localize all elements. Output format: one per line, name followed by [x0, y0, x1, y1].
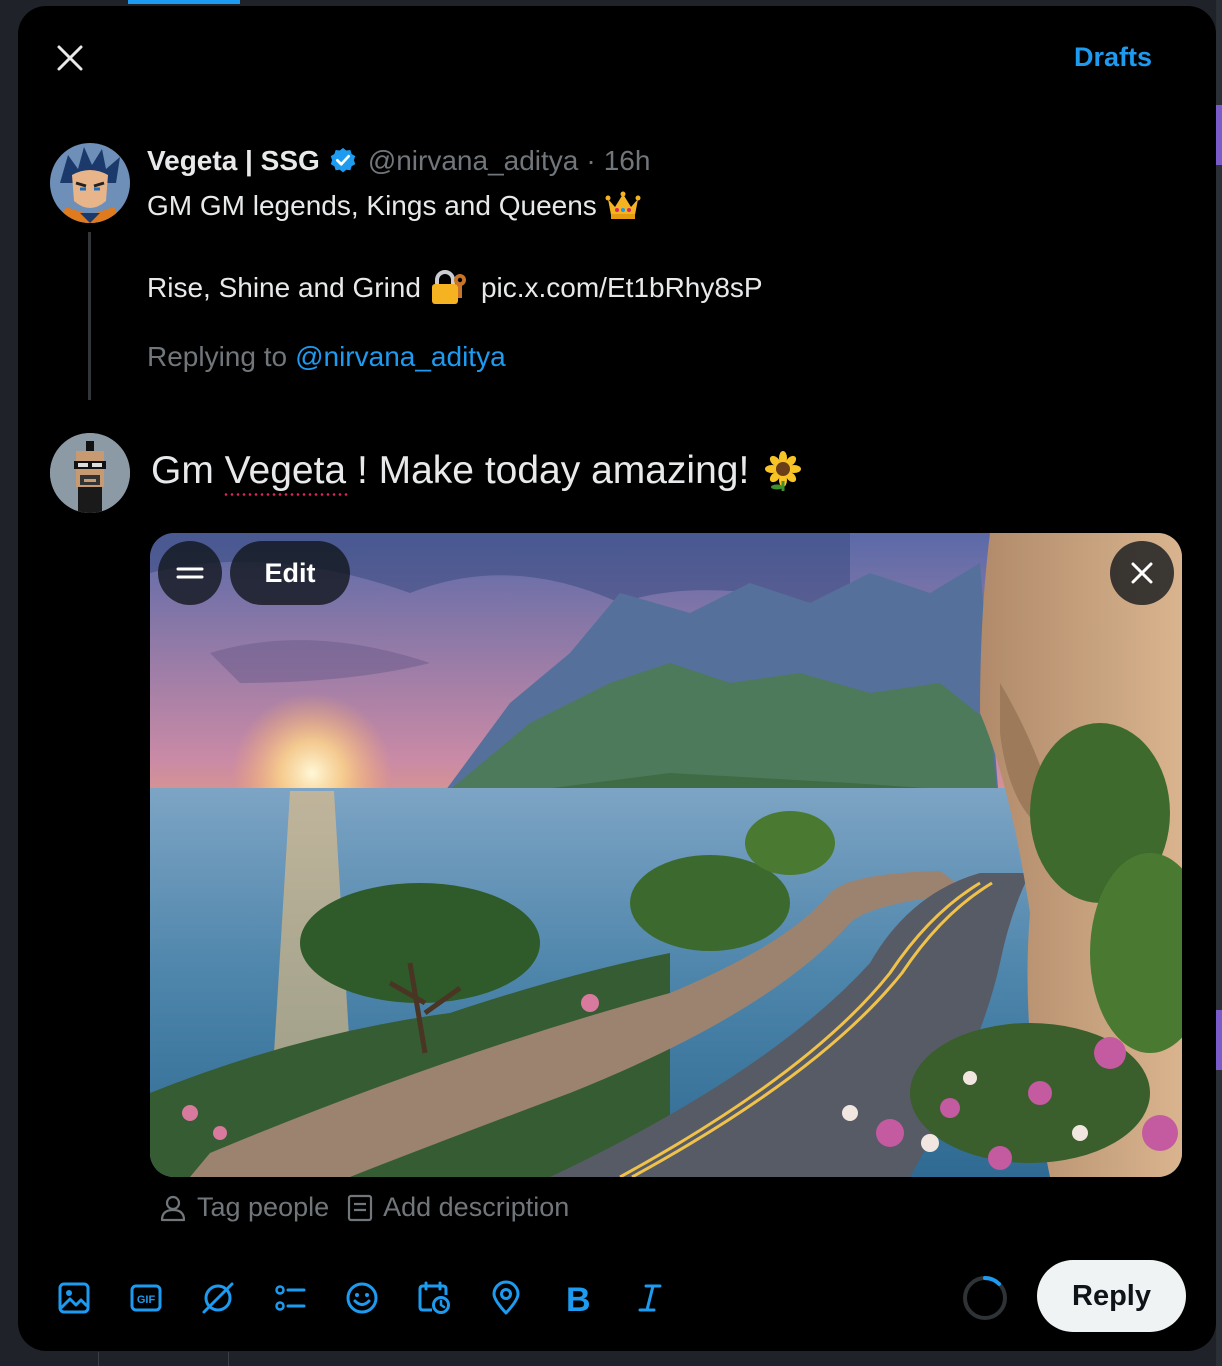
emoji-icon	[346, 1282, 378, 1314]
drag-handle-icon	[176, 567, 204, 579]
attached-image: Edit	[150, 533, 1182, 1177]
add-image-button[interactable]	[52, 1274, 124, 1322]
bold-icon: B	[566, 1281, 591, 1316]
tweet-timestamp[interactable]: 16h	[604, 145, 651, 177]
separator-dot: ·	[586, 145, 596, 176]
poll-icon	[275, 1285, 306, 1311]
tweet-header: Vegeta | SSG @nirvana_aditya · 16h	[147, 145, 650, 177]
thread-connector-line	[88, 232, 91, 400]
tag-people-label: Tag people	[197, 1192, 330, 1222]
spellcheck-underline	[223, 493, 349, 496]
locked-with-key-emoji-icon	[429, 270, 467, 306]
tweet-text: GM GM legends, Kings and Queens	[147, 190, 597, 221]
background-accent	[1216, 105, 1222, 165]
tweet-text: Rise, Shine and Grind	[147, 272, 421, 303]
background-page-edge	[1216, 0, 1222, 1366]
document-icon	[348, 1194, 373, 1221]
compose-toolbar: GIF B	[52, 1274, 700, 1322]
image-icon	[58, 1282, 90, 1314]
edit-media-button[interactable]: Edit	[230, 541, 350, 605]
replying-to-label: Replying to @nirvana_aditya	[147, 341, 506, 373]
gif-icon: GIF	[130, 1284, 162, 1312]
close-icon	[1131, 562, 1153, 584]
compose-text: Gm Vegeta ! Make today amazing!	[151, 449, 750, 492]
drafts-button[interactable]: Drafts	[1074, 42, 1152, 73]
svg-text:B: B	[566, 1281, 591, 1316]
author-handle[interactable]: @nirvana_aditya	[368, 145, 579, 177]
background-active-tab-indicator	[128, 0, 240, 4]
verified-badge-icon	[328, 146, 358, 176]
background-divider	[228, 1352, 229, 1366]
location-button[interactable]	[484, 1274, 556, 1322]
background-divider	[98, 1352, 99, 1366]
author-name[interactable]: Vegeta | SSG	[147, 145, 320, 177]
grok-button[interactable]	[196, 1274, 268, 1322]
add-gif-button[interactable]: GIF	[124, 1274, 196, 1322]
media-actions-row: Tag people Add description	[159, 1192, 569, 1223]
replying-to-prefix: Replying to	[147, 341, 288, 372]
reply-button[interactable]: Reply	[1037, 1260, 1186, 1332]
italic-button[interactable]	[628, 1274, 700, 1322]
schedule-icon	[418, 1281, 450, 1314]
tweet-media-link[interactable]: pic.x.com/Et1bRhy8sP	[481, 272, 763, 304]
location-icon	[492, 1280, 520, 1315]
tweet-text-line: GM GM legends, Kings and Queens	[147, 190, 655, 222]
close-button[interactable]	[50, 38, 90, 78]
reorder-handle-button[interactable]	[158, 541, 222, 605]
person-icon	[160, 1195, 186, 1221]
character-count-progress-ring	[961, 1274, 1009, 1327]
emoji-button[interactable]	[340, 1274, 412, 1322]
compose-textbox[interactable]: Gm Vegeta ! Make today amazing!	[151, 449, 803, 493]
tag-people-button[interactable]: Tag people	[159, 1192, 329, 1223]
poll-button[interactable]	[268, 1274, 340, 1322]
bold-button[interactable]: B	[556, 1274, 628, 1322]
author-avatar[interactable]	[50, 143, 130, 223]
remove-media-button[interactable]	[1110, 541, 1174, 605]
sunflower-emoji-icon	[763, 451, 803, 491]
close-icon	[57, 45, 83, 71]
italic-icon	[638, 1284, 662, 1312]
add-description-button[interactable]: Add description	[347, 1192, 569, 1223]
crown-emoji-icon	[605, 191, 641, 221]
background-accent	[1216, 1010, 1222, 1070]
add-description-label: Add description	[383, 1192, 570, 1222]
svg-text:GIF: GIF	[137, 1294, 156, 1306]
schedule-button[interactable]	[412, 1274, 484, 1322]
reply-compose-modal: Drafts Vegeta | SSG @nirvana_aditya · 16…	[18, 6, 1216, 1351]
replying-to-handle[interactable]: @nirvana_aditya	[295, 341, 506, 372]
grok-icon	[202, 1282, 234, 1314]
tweet-text-line: Rise, Shine and Grind pic.x.com/Et1bRhy8…	[147, 270, 763, 306]
user-avatar[interactable]	[50, 433, 130, 513]
coastal-road-photo	[150, 533, 1182, 1177]
